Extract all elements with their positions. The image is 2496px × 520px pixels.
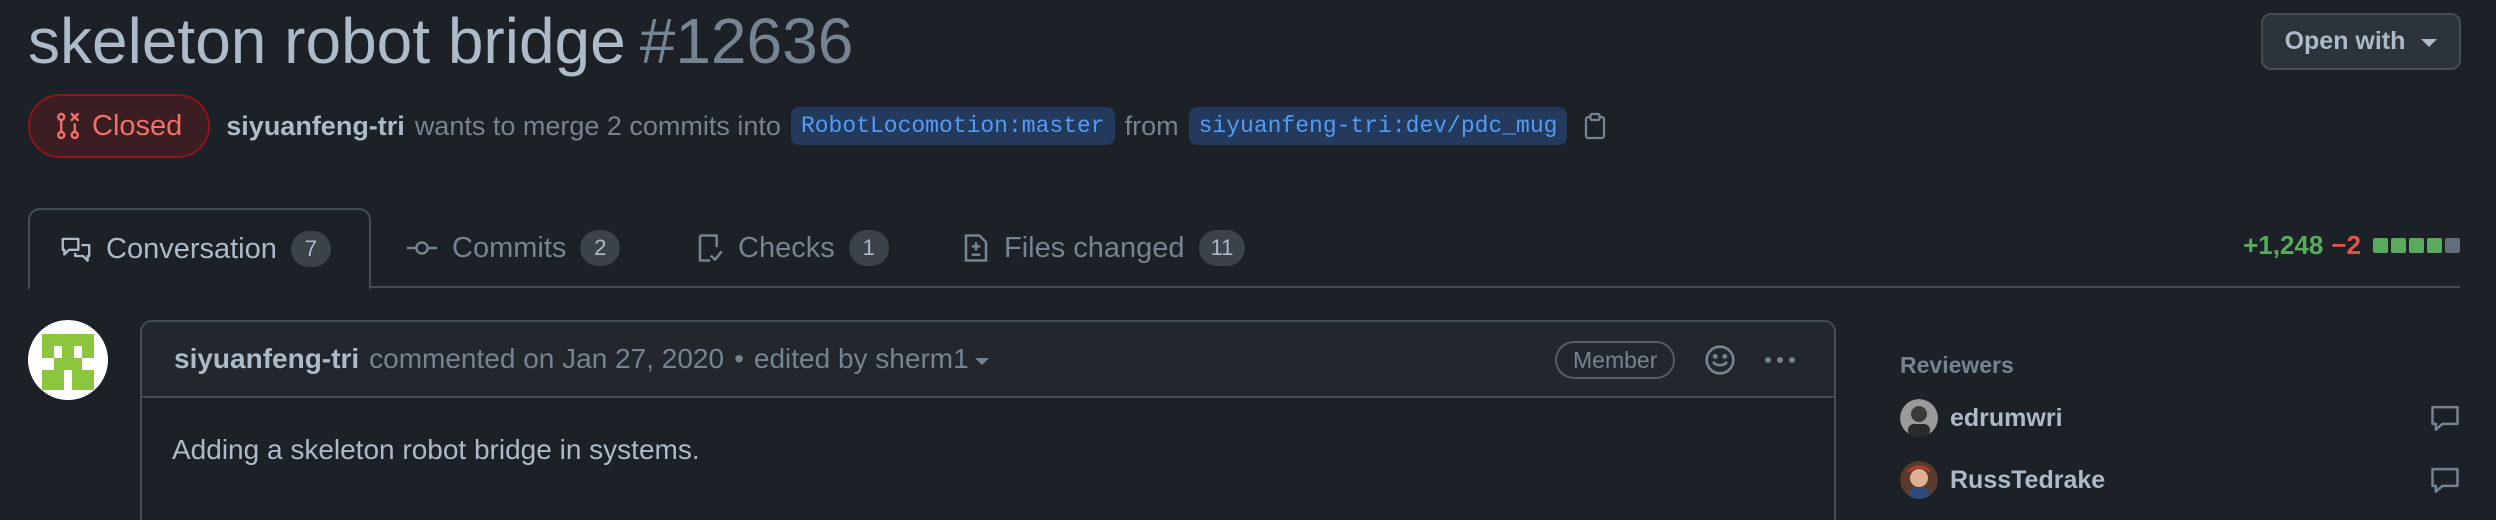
comment-separator: • xyxy=(734,343,744,374)
smiley-icon[interactable] xyxy=(1704,344,1736,376)
merge-text: wants to merge 2 commits into xyxy=(414,110,781,141)
comment-edited-dropdown[interactable]: edited by sherm1 xyxy=(754,343,989,375)
reviewer-item: RussTedrake xyxy=(1900,450,2460,510)
git-commit-icon xyxy=(406,241,438,255)
copy-icon[interactable] xyxy=(1583,112,1607,140)
tab-label: Checks xyxy=(738,231,835,264)
tab-counter: 7 xyxy=(290,231,331,267)
diffstat-block xyxy=(2409,238,2424,253)
status-label: Closed xyxy=(92,109,183,142)
comment-header: siyuanfeng-tri commented on Jan 27, 2020… xyxy=(142,322,1834,398)
comment-body: Adding a skeleton robot bridge in system… xyxy=(172,434,700,465)
user-photo xyxy=(1900,461,1938,499)
tab-label: Files changed xyxy=(1004,231,1185,264)
reviewers-heading[interactable]: Reviewers xyxy=(1900,352,2460,386)
reviewer-name[interactable]: edrumwri xyxy=(1950,404,2063,433)
diffstat-bar xyxy=(2373,238,2460,253)
diffstat: +1,248 −2 xyxy=(2243,230,2460,261)
diffstat-block xyxy=(2391,238,2406,253)
avatar[interactable] xyxy=(1900,399,1938,437)
tab-conversation[interactable]: Conversation 7 xyxy=(28,208,371,290)
diffstat-block xyxy=(2373,238,2388,253)
avatar[interactable] xyxy=(28,320,108,400)
pr-title: skeleton robot bridge #12636 xyxy=(28,2,853,80)
tab-files-changed[interactable]: Files changed 11 xyxy=(962,208,1246,288)
diffstat-deletions: −2 xyxy=(2331,230,2361,260)
checklist-icon xyxy=(698,234,723,262)
reviewer-name[interactable]: RussTedrake xyxy=(1950,466,2105,495)
pr-title-text: skeleton robot bridge xyxy=(28,5,626,77)
reviewer-item: edrumwri xyxy=(1900,388,2460,448)
pr-meta: Closed siyuanfeng-tri wants to merge 2 c… xyxy=(28,94,1607,158)
diffstat-additions: +1,248 xyxy=(2243,230,2324,260)
role-badge: Member xyxy=(1555,341,1676,379)
identicon-image xyxy=(29,321,107,399)
comment-card: siyuanfeng-tri commented on Jan 27, 2020… xyxy=(140,320,1836,520)
comment-timestamp[interactable]: commented on Jan 27, 2020 xyxy=(369,343,724,375)
comment-meta: commented on Jan 27, 2020 • edited by sh… xyxy=(369,343,989,375)
tab-checks[interactable]: Checks 1 xyxy=(696,208,889,288)
pr-author-link[interactable]: siyuanfeng-tri xyxy=(226,111,405,142)
tab-counter: 2 xyxy=(580,230,621,266)
diffstat-block xyxy=(2427,238,2442,253)
pr-number: #12636 xyxy=(639,5,854,77)
comment-author-link[interactable]: siyuanfeng-tri xyxy=(174,343,359,375)
tab-label: Conversation xyxy=(106,232,277,265)
base-branch[interactable]: RobotLocomotion:master xyxy=(790,107,1115,145)
comment-discussion-icon xyxy=(61,237,91,262)
sidebar: Reviewers edrumwri RussTedrake xyxy=(1900,352,2460,510)
comment-edited-text: edited by sherm1 xyxy=(753,343,969,374)
kebab-horizontal-icon[interactable] xyxy=(1762,348,1798,372)
head-branch[interactable]: siyuanfeng-tri:dev/pdc_mug xyxy=(1188,107,1568,145)
avatar[interactable] xyxy=(1900,461,1938,499)
status-badge: Closed xyxy=(28,94,211,158)
open-with-button[interactable]: Open with xyxy=(2261,13,2461,70)
from-text: from xyxy=(1124,110,1179,141)
tab-counter: 1 xyxy=(848,230,889,266)
user-photo xyxy=(1900,399,1938,437)
comment-icon xyxy=(2430,404,2460,432)
tab-counter: 11 xyxy=(1198,230,1246,266)
git-pull-request-closed-icon xyxy=(57,112,79,140)
diffstat-block xyxy=(2445,238,2460,253)
chevron-down-icon xyxy=(2421,39,2438,47)
file-diff-icon xyxy=(964,234,988,262)
merge-description: siyuanfeng-tri wants to merge 2 commits … xyxy=(226,107,1607,145)
tab-label: Commits xyxy=(452,231,567,264)
comment-icon xyxy=(2430,466,2460,494)
chevron-down-icon xyxy=(974,357,989,365)
pr-tabs: Conversation 7 Commits 2 Checks 1 Files … xyxy=(28,208,2460,290)
tab-commits[interactable]: Commits 2 xyxy=(406,208,621,288)
open-with-label: Open with xyxy=(2284,27,2406,55)
